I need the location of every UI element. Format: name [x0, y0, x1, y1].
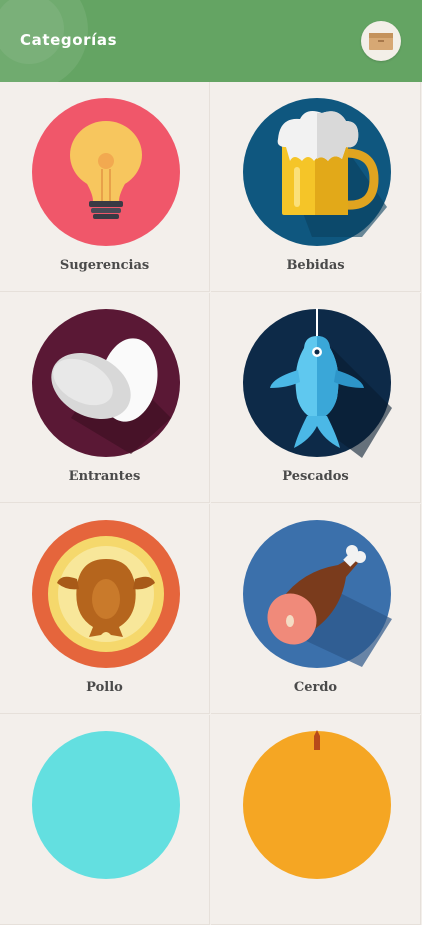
category-orange-partial[interactable] — [211, 715, 421, 925]
lightbulb-icon — [32, 98, 180, 246]
category-label: Pollo — [86, 680, 123, 695]
top-app-bar: Categorías — [0, 0, 422, 82]
category-label: Pescados — [282, 469, 349, 484]
category-cerdo[interactable]: Cerdo — [211, 504, 421, 714]
cart-button[interactable] — [361, 21, 401, 61]
category-cyan-partial[interactable] — [0, 715, 210, 925]
beer-mug-icon — [243, 98, 391, 246]
category-label: Sugerencias — [59, 258, 150, 273]
cyan-category-icon — [32, 731, 180, 879]
box-icon — [369, 33, 393, 50]
page-title: Categorías — [20, 31, 118, 49]
category-entrantes[interactable]: Entrantes — [0, 293, 210, 503]
orange-category-icon — [243, 730, 391, 879]
category-label: Cerdo — [293, 680, 338, 695]
category-label: Bebidas — [286, 258, 345, 273]
category-grid: Sugerencias Bebidas Entrantes Pescados P… — [0, 82, 422, 925]
category-pescados[interactable]: Pescados — [211, 293, 421, 503]
ham-icon — [243, 520, 392, 668]
category-sugerencias[interactable]: Sugerencias — [0, 82, 210, 292]
category-label: Entrantes — [68, 469, 141, 484]
fish-icon — [243, 308, 392, 458]
roast-chicken-icon — [32, 520, 180, 668]
category-pollo[interactable]: Pollo — [0, 504, 210, 714]
eggs-icon — [32, 309, 180, 457]
category-bebidas[interactable]: Bebidas — [211, 82, 421, 292]
